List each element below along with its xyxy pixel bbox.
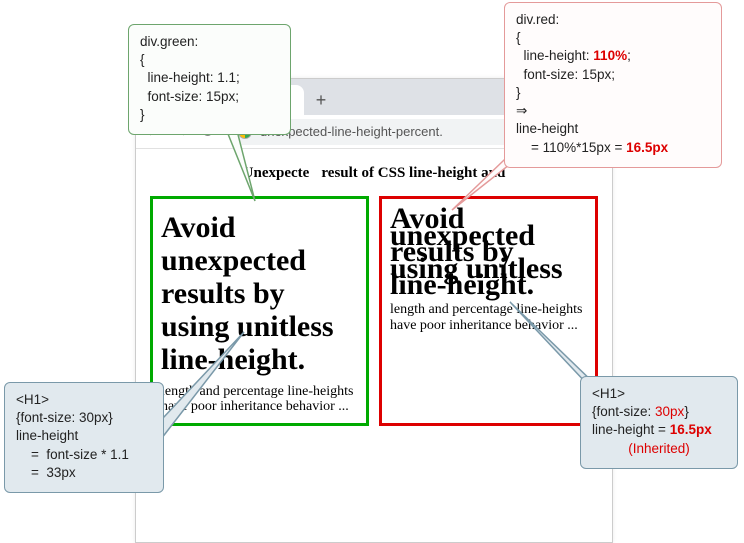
green-box-heading: Avoid unexpected results by using unitle… <box>161 211 358 376</box>
code-line: line-height <box>516 120 710 138</box>
code-line: line-height = 16.5px <box>592 421 726 439</box>
code-line: = 110%*15px = 16.5px <box>516 139 710 157</box>
code-line: div.red: <box>516 11 710 29</box>
red-box-paragraph: length and percentage line-heights have … <box>390 302 587 335</box>
green-box: Avoid unexpected results by using unitle… <box>150 196 369 426</box>
code-line: div.green: <box>140 33 279 51</box>
code-line: <H1> <box>592 385 726 403</box>
code-line: } <box>516 84 710 102</box>
callout-blue-left: <H1> {font-size: 30px} line-height = fon… <box>4 382 164 493</box>
code-line: font-size: 15px; <box>140 88 279 106</box>
code-line: font-size: 15px; <box>516 66 710 84</box>
page-content: Unexpected result of CSS line-height and… <box>136 149 612 438</box>
red-box: Avoid unexpected results by using unitle… <box>379 196 598 426</box>
code-line: { <box>516 29 710 47</box>
arrow-icon: ⇒ <box>516 102 710 120</box>
callout-red: div.red: { line-height: 110%; font-size:… <box>504 2 722 168</box>
new-tab-button[interactable]: + <box>308 87 334 113</box>
code-line: line-height: 110%; <box>516 47 710 65</box>
code-line: line-height <box>16 427 152 445</box>
columns: Avoid unexpected results by using unitle… <box>150 196 598 426</box>
code-line: { <box>140 51 279 69</box>
green-box-paragraph: length and percentage line-heights have … <box>161 384 358 415</box>
red-box-heading: Avoid unexpected results by using unitle… <box>390 211 587 294</box>
code-line: = font-size * 1.1 <box>16 446 152 464</box>
code-line: (Inherited) <box>592 440 726 458</box>
code-line: = 33px <box>16 464 152 482</box>
code-line: line-height: 1.1; <box>140 69 279 87</box>
callout-green: div.green: { line-height: 1.1; font-size… <box>128 24 291 135</box>
code-line: {font-size: 30px} <box>592 403 726 421</box>
code-line: <H1> <box>16 391 152 409</box>
callout-blue-right: <H1> {font-size: 30px} line-height = 16.… <box>580 376 738 469</box>
code-line: {font-size: 30px} <box>16 409 152 427</box>
code-line: } <box>140 106 279 124</box>
